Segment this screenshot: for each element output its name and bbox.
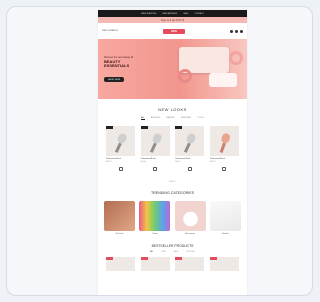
- tab-sale[interactable]: SALE: [174, 251, 179, 253]
- category-card[interactable]: Colour: [139, 201, 171, 235]
- nav-menu[interactable]: MENU SEARCH: [102, 30, 118, 32]
- product-name[interactable]: Professional Brush: [141, 158, 170, 160]
- site-header: MENU SEARCH NEW: [98, 23, 247, 39]
- sale-badge: [175, 257, 183, 261]
- hero-banner: Discover the new beauty kit BEAUTY ESSEN…: [98, 39, 247, 99]
- bestseller-grid: [98, 257, 247, 272]
- category-label[interactable]: Colour: [139, 233, 170, 235]
- top-bar-item[interactable]: FREE SHIPPING: [141, 13, 156, 15]
- product-card[interactable]: [106, 257, 135, 272]
- web-page: FREE SHIPPING NEW ARRIVALS SALE CONTACT …: [98, 10, 247, 295]
- bestseller-tabs: ALL NEW SALE POPULAR: [98, 251, 247, 253]
- product-grid: Professional Brush $24.00 Professional B…: [98, 126, 247, 172]
- top-bar: FREE SHIPPING NEW ARRIVALS SALE CONTACT: [98, 10, 247, 17]
- category-tabs: ALL BRUSHES MAKEUP SKINCARE TOOLS: [98, 117, 247, 120]
- promo-text: Sign up & get 10% off: [160, 18, 185, 22]
- product-card[interactable]: Professional Brush $24.00: [175, 126, 205, 172]
- site-logo[interactable]: NEW: [163, 28, 186, 34]
- sale-badge: [140, 126, 148, 129]
- product-name[interactable]: Professional Brush: [106, 158, 135, 160]
- tab-all[interactable]: ALL: [141, 117, 145, 120]
- section-title: TRENDING CATEGORIES: [150, 191, 195, 196]
- category-card[interactable]: Hair Tools: [104, 201, 135, 235]
- brush-icon: [147, 132, 163, 154]
- product-name[interactable]: Professional Brush: [210, 158, 239, 160]
- add-to-cart-icon[interactable]: [153, 167, 158, 172]
- add-to-cart-icon[interactable]: [118, 167, 123, 172]
- tab-new[interactable]: NEW: [161, 251, 165, 253]
- top-bar-item[interactable]: SALE: [183, 13, 188, 15]
- browser-frame: FREE SHIPPING NEW ARRIVALS SALE CONTACT …: [6, 6, 313, 296]
- top-bar-item[interactable]: CONTACT: [194, 13, 204, 15]
- product-image[interactable]: [140, 126, 170, 156]
- brush-icon: [181, 132, 198, 154]
- tab-all[interactable]: ALL: [150, 251, 153, 253]
- tab-tools[interactable]: TOOLS: [197, 117, 204, 120]
- tab-popular[interactable]: POPULAR: [186, 251, 195, 253]
- category-card[interactable]: Accessories: [174, 201, 206, 235]
- category-row: Hair Tools Colour Accessories Brushes: [98, 201, 247, 235]
- sale-badge: [209, 257, 217, 261]
- product-card[interactable]: Professional Brush $24.00: [209, 126, 239, 172]
- category-image[interactable]: [104, 201, 135, 232]
- product-card[interactable]: [209, 257, 239, 272]
- section-kicker: FIND IT: [169, 181, 176, 184]
- product-name[interactable]: Professional Brush: [175, 158, 204, 160]
- brush-icon: [217, 132, 232, 154]
- product-image[interactable]: [106, 126, 135, 156]
- add-to-cart-icon[interactable]: [222, 167, 227, 172]
- product-card[interactable]: [140, 257, 170, 272]
- makeup-box-image: [209, 73, 237, 87]
- brush-icon: [112, 132, 128, 154]
- product-price: $24.00: [175, 161, 181, 164]
- product-card[interactable]: Professional Brush $24.00: [140, 126, 170, 172]
- tab-skincare[interactable]: SKINCARE: [181, 117, 191, 120]
- product-price: $24.00: [140, 161, 147, 164]
- account-icon[interactable]: [234, 29, 238, 33]
- search-icon[interactable]: [229, 29, 233, 33]
- section-title: NEW LOOKS: [158, 107, 187, 112]
- sale-badge: [140, 257, 148, 261]
- product-card[interactable]: [175, 257, 205, 272]
- product-image[interactable]: [209, 126, 239, 156]
- product-image[interactable]: [175, 126, 205, 156]
- header-icons: [229, 29, 243, 33]
- product-price: $24.00: [209, 161, 216, 164]
- product-price: $24.00: [106, 161, 112, 164]
- add-to-cart-icon[interactable]: [187, 167, 192, 172]
- category-image[interactable]: [174, 201, 206, 232]
- cart-icon[interactable]: [239, 29, 243, 33]
- category-image[interactable]: [209, 201, 241, 232]
- sale-badge: [106, 257, 113, 261]
- category-image[interactable]: [139, 201, 171, 232]
- ring-light-image: [229, 51, 243, 65]
- tab-makeup[interactable]: MAKEUP: [166, 117, 174, 120]
- category-label[interactable]: Brushes: [210, 233, 241, 235]
- sale-badge: [175, 126, 183, 129]
- hero-shop-button[interactable]: SHOP NOW: [104, 77, 124, 82]
- tab-brushes[interactable]: BRUSHES: [151, 117, 161, 120]
- ring-light-image: [178, 69, 192, 83]
- category-label[interactable]: Hair Tools: [104, 233, 135, 235]
- category-label[interactable]: Accessories: [175, 233, 206, 235]
- top-bar-item[interactable]: NEW ARRIVALS: [162, 13, 177, 15]
- product-card[interactable]: Professional Brush $24.00: [106, 126, 135, 172]
- hero-headline: BEAUTY ESSENTIALS: [104, 59, 130, 69]
- category-card[interactable]: Brushes: [209, 201, 241, 235]
- section-title: BESTSELLER PRODUCTS: [151, 244, 194, 249]
- sale-badge: [106, 126, 113, 129]
